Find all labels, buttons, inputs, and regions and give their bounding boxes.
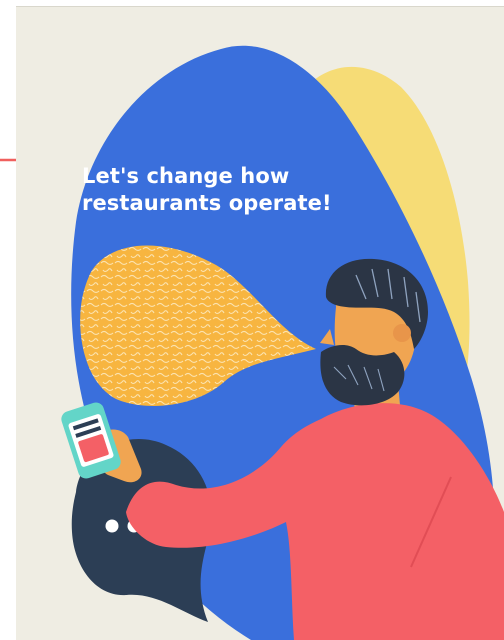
headline-line-2: restaurants operate! <box>82 191 332 215</box>
headline-line-1: Let's change how <box>82 164 290 188</box>
hero-illustration <box>61 45 504 640</box>
hero-headline: Let's change how restaurants operate! <box>82 163 402 217</box>
hero-panel: Let's change how restaurants operate! <box>16 7 504 640</box>
man-beard <box>320 345 405 406</box>
